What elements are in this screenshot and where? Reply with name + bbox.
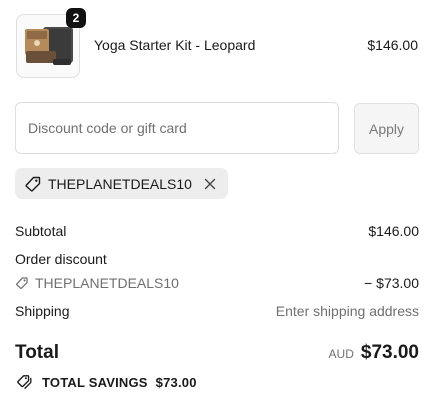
discount-code-input[interactable]	[15, 102, 339, 154]
subtotal-label: Subtotal	[15, 223, 67, 239]
apply-button[interactable]: Apply	[354, 103, 419, 154]
total-label: Total	[15, 342, 59, 363]
currency-code: AUD	[328, 347, 354, 361]
tag-icon	[24, 175, 42, 193]
total-row: Total AUD $73.00	[15, 342, 419, 368]
savings-label: TOTAL SAVINGS	[42, 374, 148, 390]
shipping-label: Shipping	[15, 303, 70, 319]
shipping-row: Shipping Enter shipping address	[15, 303, 419, 321]
total-amount-group: AUD $73.00	[329, 342, 419, 364]
subtotal-value: $146.00	[368, 223, 419, 239]
savings-value: $73.00	[155, 374, 197, 390]
applied-discount-code: THEPLANETDEALS10	[48, 175, 192, 192]
order-discount-code: THEPLANETDEALS10	[15, 275, 419, 291]
close-icon[interactable]	[202, 176, 218, 192]
order-discount-label: Order discount	[15, 251, 107, 267]
shipping-value: Enter shipping address	[275, 303, 419, 319]
order-discount-row: Order discount	[15, 251, 419, 269]
product-name: Yoga Starter Kit - Leopard	[94, 37, 256, 53]
order-discount-value: − $73.00	[364, 275, 419, 291]
order-discount-code-row: THEPLANETDEALS10 − $73.00	[15, 275, 419, 293]
subtotal-row: Subtotal $146.00	[15, 223, 419, 241]
tag-icon	[15, 276, 29, 290]
tags-icon	[16, 374, 34, 390]
product-price: $146.00	[367, 37, 418, 53]
product-image-icon	[25, 27, 73, 65]
quantity-badge: 2	[66, 8, 86, 28]
cart-line-item: 2 Yoga Starter Kit - Leopard $146.00	[16, 8, 418, 78]
order-discount-code-text: THEPLANETDEALS10	[35, 275, 179, 291]
total-savings: TOTAL SAVINGS $73.00	[16, 374, 197, 390]
total-amount: $73.00	[360, 342, 419, 363]
discount-form: Apply	[15, 102, 419, 154]
applied-discount-chip: THEPLANETDEALS10	[15, 168, 228, 199]
